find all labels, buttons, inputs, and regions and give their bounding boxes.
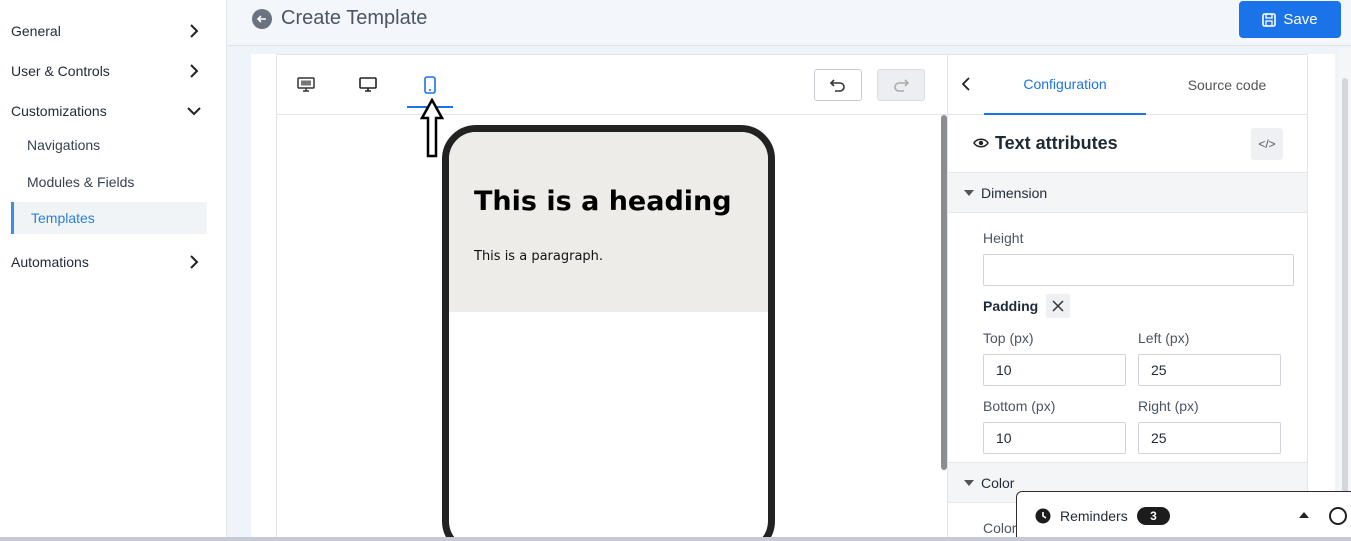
eye-icon [973, 138, 989, 148]
padding-bottom-label: Bottom (px) [983, 398, 1056, 414]
code-view-button[interactable]: </> [1251, 128, 1283, 160]
chevron-left-icon[interactable] [958, 75, 974, 93]
caret-down-icon [964, 480, 974, 486]
undo-button[interactable] [814, 69, 862, 101]
redo-button[interactable] [877, 69, 925, 101]
tab-configuration[interactable]: Configuration [984, 55, 1146, 115]
group-label: Color [981, 474, 1015, 491]
page-header: Create Template Save [228, 0, 1351, 46]
sidebar-item-automations[interactable]: Automations [0, 247, 212, 277]
arrow-left-icon [256, 15, 266, 23]
sidebar-item-user-controls[interactable]: User & Controls [0, 56, 212, 86]
padding-bottom-input[interactable] [983, 422, 1126, 454]
back-button[interactable] [252, 9, 272, 29]
sidebar-item-customizations[interactable]: Customizations [0, 96, 212, 126]
tab-source-code[interactable]: Source code [1146, 55, 1308, 115]
monitor-icon [359, 77, 377, 92]
sidebar: General User & Controls Customizations N… [0, 0, 227, 541]
reminders-widget[interactable]: Reminders 3 [1016, 491, 1351, 541]
padding-top-label: Top (px) [983, 330, 1034, 346]
properties-panel: Configuration Source code Text attribute… [948, 54, 1308, 541]
sidebar-subitem-label: Modules & Fields [27, 174, 135, 190]
close-icon [1052, 300, 1064, 312]
tab-label: Source code [1187, 77, 1267, 93]
chevron-down-icon [187, 107, 201, 116]
arrow-up-icon [420, 98, 444, 158]
color-field-label: Color [983, 520, 1017, 536]
mobile-preview-button[interactable] [418, 73, 442, 97]
sidebar-subitem-templates[interactable]: Templates [11, 202, 207, 234]
clear-padding-button[interactable] [1046, 294, 1070, 318]
sidebar-subitem-modules-fields[interactable]: Modules & Fields [11, 166, 207, 198]
panel-tabs: Configuration Source code [948, 55, 1307, 115]
preview-paragraph[interactable]: This is a paragraph. [474, 249, 603, 264]
caret-down-icon [964, 190, 974, 196]
mobile-icon [424, 76, 436, 94]
page-scrollbar-thumb[interactable] [1342, 78, 1348, 538]
chevron-right-icon [190, 24, 199, 38]
sidebar-subitem-label: Templates [31, 210, 95, 226]
padding-left-input[interactable] [1138, 354, 1281, 386]
bottom-border [0, 537, 1351, 541]
clock-icon [1035, 508, 1051, 524]
page-title: Create Template [281, 7, 428, 29]
height-label: Height [983, 230, 1024, 246]
canvas-area: This is a heading This is a paragraph. [276, 54, 948, 541]
reminders-label: Reminders [1060, 508, 1128, 524]
device-toolbar [277, 55, 947, 115]
padding-label: Padding [983, 298, 1039, 314]
sidebar-item-label: General [11, 23, 61, 39]
save-button[interactable]: Save [1239, 1, 1341, 38]
sidebar-item-label: User & Controls [11, 63, 110, 79]
group-label: Dimension [981, 184, 1048, 201]
sidebar-subitem-navigations[interactable]: Navigations [11, 129, 207, 161]
sidebar-item-label: Automations [11, 254, 89, 270]
caret-up-icon[interactable] [1299, 512, 1309, 518]
reminders-count-badge: 3 [1137, 507, 1170, 525]
sidebar-subitem-label: Navigations [27, 137, 101, 153]
page-scrollbar[interactable] [1339, 48, 1351, 538]
tab-label: Configuration [1023, 76, 1107, 92]
sidebar-item-general[interactable]: General [0, 16, 212, 46]
dimension-group-header[interactable]: Dimension [948, 172, 1307, 213]
chevron-right-icon [190, 255, 199, 269]
floppy-disk-icon [1262, 12, 1277, 27]
height-input[interactable] [983, 254, 1294, 286]
canvas-scrollbar[interactable] [941, 115, 947, 470]
save-button-label: Save [1283, 11, 1318, 28]
code-icon: </> [1258, 137, 1276, 151]
chat-icon[interactable] [1329, 507, 1347, 525]
desktop-preview-button[interactable] [294, 73, 318, 97]
chevron-right-icon [190, 64, 199, 78]
template-editor: This is a heading This is a paragraph. C… [251, 54, 1335, 541]
monitor-preview-button[interactable] [356, 73, 380, 97]
padding-left-label: Left (px) [1138, 330, 1190, 346]
padding-top-input[interactable] [983, 354, 1126, 386]
section-title: Text attributes [995, 133, 1118, 153]
preview-heading[interactable]: This is a heading [474, 186, 732, 217]
padding-right-label: Right (px) [1138, 398, 1199, 414]
redo-icon [894, 79, 910, 92]
text-block[interactable]: This is a heading This is a paragraph. [449, 132, 768, 312]
mobile-preview-frame: This is a heading This is a paragraph. [442, 125, 775, 541]
undo-icon [829, 79, 845, 92]
sidebar-item-label: Customizations [11, 103, 107, 119]
desktop-preview-icon [297, 77, 315, 92]
padding-right-input[interactable] [1138, 422, 1281, 454]
